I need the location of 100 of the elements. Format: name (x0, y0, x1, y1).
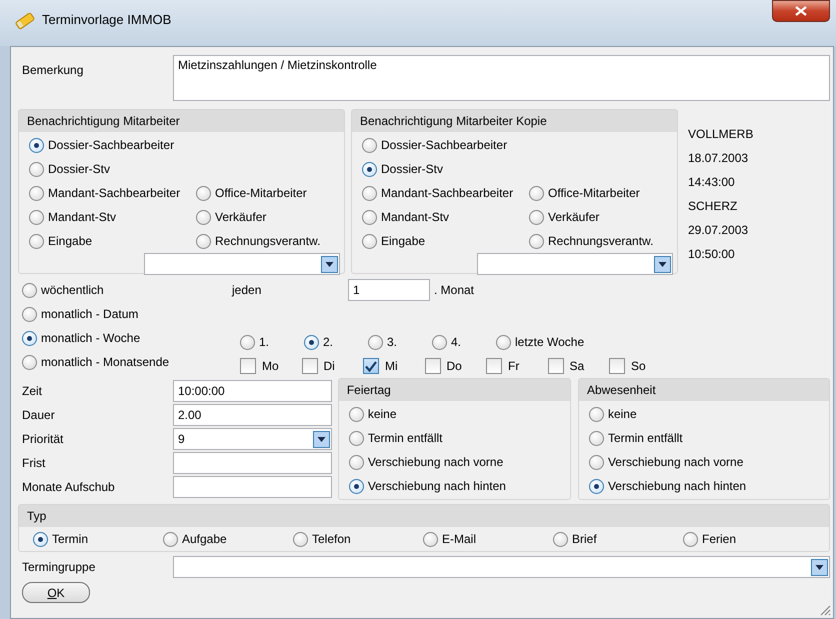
radio-button[interactable] (553, 532, 568, 546)
option-label: Brief (572, 532, 597, 546)
radio-button[interactable] (22, 354, 37, 370)
input-field[interactable]: 2.00 (173, 404, 332, 426)
option-label: 3. (387, 334, 398, 350)
radio-button[interactable] (29, 162, 44, 176)
radio-button[interactable] (348, 454, 364, 470)
radio-button[interactable] (29, 138, 44, 152)
radio-button[interactable] (348, 478, 364, 494)
option-label: 1. (259, 334, 270, 350)
option-label: Mandant-Sachbearbeiter (381, 186, 514, 200)
radio-button[interactable] (29, 210, 44, 224)
checkbox[interactable] (548, 358, 564, 374)
field-label: Frist (21, 456, 46, 470)
info-text: SCHERZ (688, 199, 738, 215)
checkbox[interactable] (609, 358, 625, 374)
checkbox[interactable] (302, 358, 318, 374)
dropdown-field[interactable] (173, 556, 830, 578)
field-label: Dauer (21, 408, 56, 422)
option-label: monatlich - Woche (41, 330, 140, 346)
radio-button[interactable] (529, 234, 544, 248)
option-label: Aufgabe (182, 532, 227, 546)
radio-button[interactable] (196, 186, 211, 200)
radio-button[interactable] (368, 334, 383, 350)
radio-button[interactable] (683, 532, 698, 546)
option-label: Fr (508, 358, 520, 374)
remark-field[interactable]: Mietzinszahlungen / Mietzinskontrolle (173, 55, 830, 101)
radio-button[interactable] (304, 334, 319, 350)
checkbox[interactable] (363, 358, 379, 374)
field-label: Termingruppe (21, 560, 96, 574)
field-label: Monate Aufschub (21, 480, 116, 494)
radio-button[interactable] (293, 532, 308, 546)
checkbox[interactable] (424, 358, 440, 374)
input-field[interactable] (173, 476, 332, 498)
checkbox[interactable] (486, 358, 502, 374)
radio-button[interactable] (588, 478, 604, 494)
input-field[interactable]: 1 (348, 279, 430, 301)
dropdown-field[interactable] (477, 253, 673, 275)
resize-grip-icon (819, 604, 831, 616)
option-label: Eingabe (381, 234, 426, 248)
option-label: Eingabe (48, 234, 92, 248)
option-label: Verschiebung nach vorne (368, 454, 504, 470)
info-text: 14:43:00 (688, 175, 736, 191)
input-field[interactable] (173, 452, 332, 474)
option-label: Rechnungsverantw. (548, 234, 654, 248)
option-label: Mandant-Sachbearbeiter (48, 186, 180, 200)
radio-button[interactable] (22, 330, 37, 346)
window-title: Terminvorlage IMMOB (42, 12, 172, 28)
radio-button[interactable] (348, 430, 364, 446)
radio-button[interactable] (362, 138, 377, 152)
option-label: Termin entfällt (368, 430, 443, 446)
radio-button[interactable] (163, 532, 178, 546)
radio-button[interactable] (496, 334, 511, 350)
radio-button[interactable] (362, 234, 377, 248)
option-label: Office-Mitarbeiter (548, 186, 640, 200)
option-label: Termin (52, 532, 88, 546)
radio-button[interactable] (196, 210, 211, 224)
dropdown-field[interactable] (144, 253, 340, 275)
radio-button[interactable] (529, 186, 544, 200)
radio-button[interactable] (423, 532, 438, 546)
ok-button[interactable]: OK (22, 582, 90, 603)
unit-label: . Monat (434, 282, 474, 298)
radio-button[interactable] (362, 186, 377, 200)
option-label: Do (446, 358, 462, 374)
close-button[interactable] (772, 0, 830, 22)
radio-button[interactable] (348, 406, 364, 422)
radio-button[interactable] (432, 334, 447, 350)
radio-button[interactable] (196, 234, 211, 248)
option-label: Dossier-Sachbearbeiter (48, 138, 174, 152)
field-label: Bemerkung (21, 62, 84, 79)
option-label: letzte Woche (515, 334, 584, 350)
option-label: Mo (262, 358, 279, 374)
radio-button[interactable] (362, 210, 377, 224)
radio-button[interactable] (22, 282, 37, 298)
radio-button[interactable] (588, 406, 604, 422)
radio-button[interactable] (529, 210, 544, 224)
info-text: 18.07.2003 (688, 151, 750, 167)
option-label: Termin entfällt (608, 430, 683, 446)
radio-button[interactable] (29, 186, 44, 200)
group-title: Feiertag (338, 379, 570, 401)
dropdown-field[interactable]: 9 (173, 428, 332, 450)
field-label: jeden (232, 282, 262, 298)
option-label: Verkäufer (548, 210, 600, 224)
radio-button[interactable] (22, 306, 37, 322)
option-label: wöchentlich (41, 282, 104, 298)
radio-button[interactable] (588, 430, 604, 446)
input-field[interactable]: 10:00:00 (173, 380, 332, 402)
option-label: keine (608, 406, 637, 422)
option-label: Ferien (702, 532, 736, 546)
option-label: monatlich - Monatsende (41, 354, 170, 370)
radio-button[interactable] (33, 532, 48, 546)
radio-button[interactable] (362, 162, 377, 176)
group-title: Benachrichtigung Mitarbeiter (19, 110, 344, 132)
option-label: Verkäufer (215, 210, 266, 224)
radio-button[interactable] (29, 234, 44, 248)
checkbox[interactable] (240, 358, 256, 374)
group-title: Benachrichtigung Mitarbeiter Kopie (352, 110, 677, 132)
radio-button[interactable] (588, 454, 604, 470)
radio-button[interactable] (240, 334, 255, 350)
option-label: Mi (385, 358, 398, 374)
